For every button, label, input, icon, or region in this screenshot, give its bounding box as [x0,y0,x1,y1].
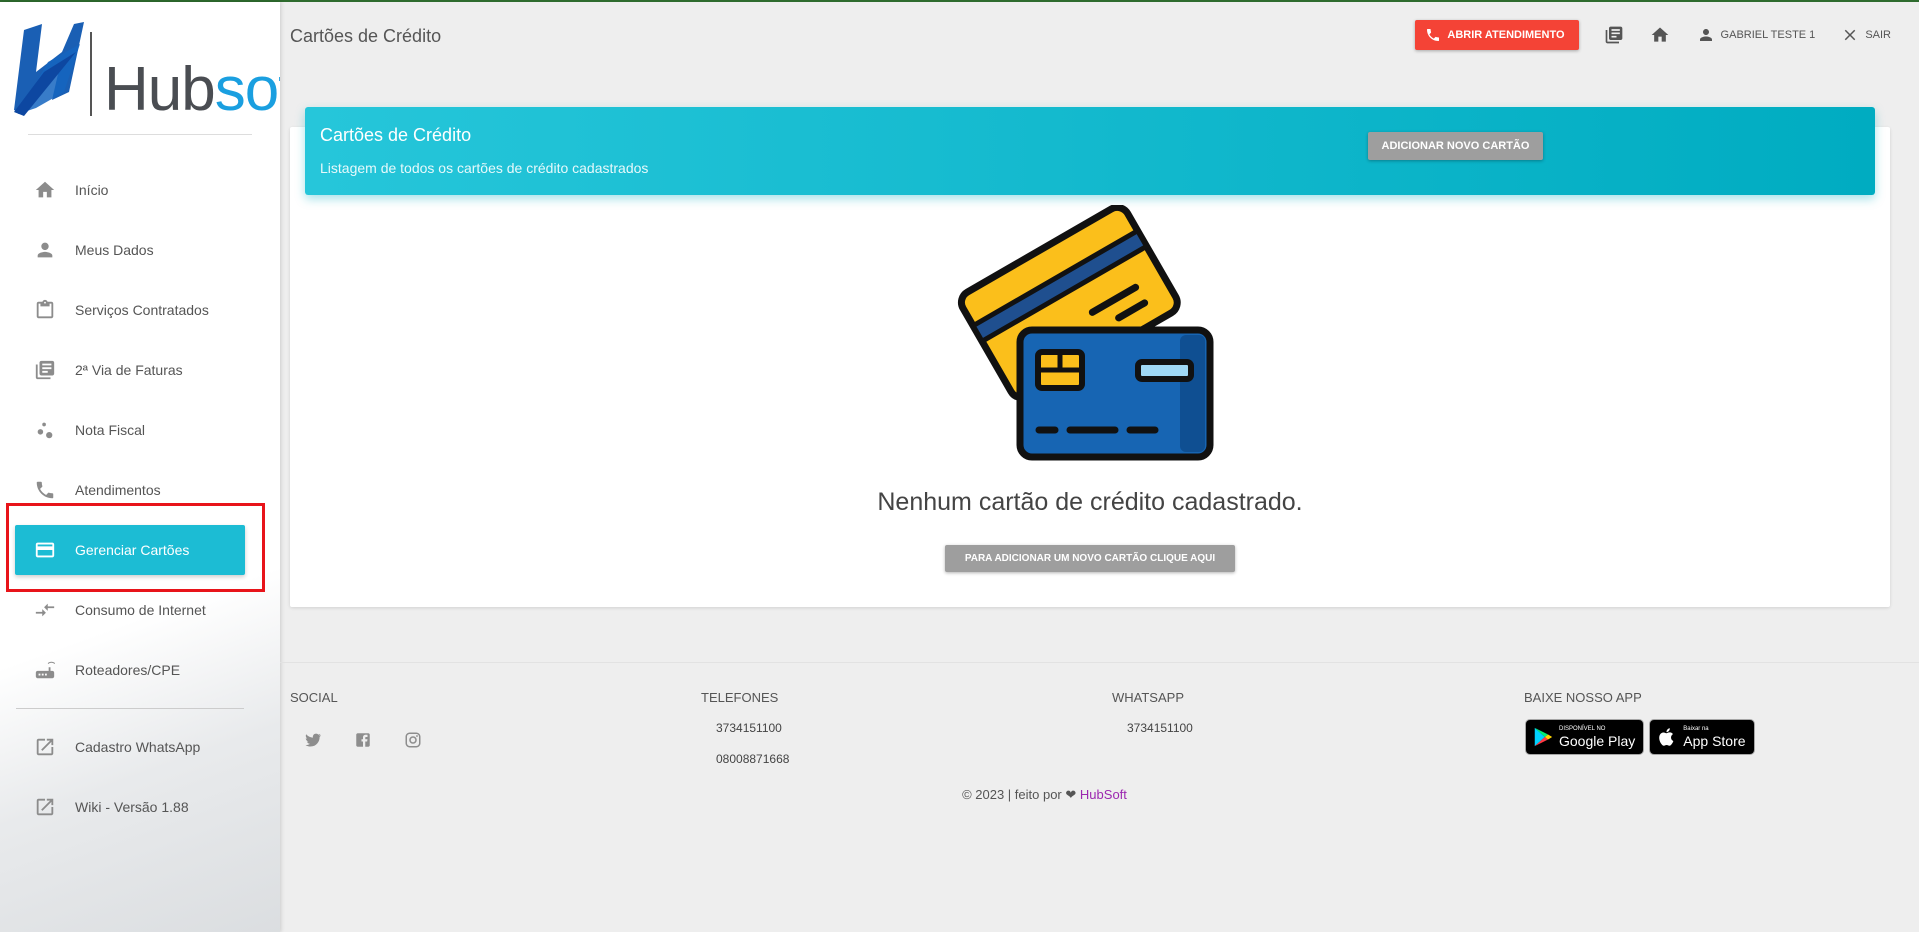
google-play-text: Google Play [1559,733,1636,749]
page-title: Cartões de Crédito [290,26,442,46]
social-links [303,730,453,750]
sidebar-item-label: Nota Fiscal [75,422,146,438]
clipboard-icon [34,299,56,321]
person-icon [1699,29,1712,41]
footer-copyright: © 2023 | feito por ❤ HubSoft [280,787,1919,803]
router-icon [34,659,56,681]
sidebar: Hubsoft Início Meus Dados Serviços Contr… [0,2,280,932]
compare-arrows-icon [34,599,56,621]
card-subtitle: Listagem de todos os cartões de crédito … [320,160,649,176]
sidebar-item-label: Gerenciar Cartões [75,542,190,558]
sidebar-item-label: Serviços Contratados [75,302,209,318]
open-in-new-icon [34,736,56,758]
footer-whatsapp-heading: WHATSAPP [1112,690,1184,705]
sidebar-item-label: Cadastro WhatsApp [75,739,201,755]
hubsoft-link[interactable]: HubSoft [1080,787,1127,802]
card-title: Cartões de Crédito [320,125,472,145]
credit-card-icon [34,539,56,561]
person-icon [34,239,56,261]
instagram-icon[interactable] [403,730,423,750]
divider [16,708,244,709]
open-support-button[interactable]: ABRIR ATENDIMENTO [1415,20,1579,50]
credit-cards-illustration [957,205,1214,461]
library-books-icon [34,359,56,381]
sidebar-item-label: Consumo de Internet [75,602,206,618]
copyright-text: © 2023 | feito por [962,787,1062,802]
user-name: GABRIEL TESTE 1 [1720,29,1816,41]
header-actions: ABRIR ATENDIMENTO GABRIEL TESTE 1 SAIR [1415,20,1891,50]
app-store-text: App Store [1683,733,1746,749]
sidebar-nav: Início Meus Dados Serviços Contratados 2… [0,160,280,837]
google-play-icon [1534,727,1553,747]
sidebar-item-label: 2ª Via de Faturas [75,362,183,378]
sidebar-item-label: Roteadores/CPE [75,662,181,678]
sidebar-item-consumo[interactable]: Consumo de Internet [0,580,280,640]
sidebar-item-wiki[interactable]: Wiki - Versão 1.88 [0,777,280,837]
sidebar-item-label: Meus Dados [75,242,154,258]
sidebar-item-cadastro-whatsapp[interactable]: Cadastro WhatsApp [0,717,280,777]
footer-phone-2: 08008871668 [716,752,790,766]
logout-button[interactable]: SAIR [1841,26,1891,44]
app-store-badge[interactable]: Baixar na App Store [1649,719,1755,755]
sidebar-item-label: Atendimentos [75,482,161,498]
app-store-small-text: Baixar na [1683,726,1709,732]
twitter-icon[interactable] [303,730,323,750]
apple-icon [1659,728,1674,746]
footer-whatsapp-number: 3734151100 [1127,721,1193,735]
add-new-card-button[interactable]: ADICIONAR NOVO CARTÃO [1368,132,1543,160]
footer-app-heading: BAIXE NOSSO APP [1524,690,1642,705]
footer-phones-heading: TELEFONES [701,690,779,705]
top-border [0,0,1919,2]
card-header: Cartões de Crédito Listagem de todos os … [305,107,1875,195]
footer-phone-1: 3734151100 [716,721,782,735]
sidebar-item-faturas[interactable]: 2ª Via de Faturas [0,340,280,400]
divider [28,134,252,135]
sidebar-item-servicos[interactable]: Serviços Contratados [0,280,280,340]
user-menu[interactable]: GABRIEL TESTE 1 [1697,26,1816,44]
logo-wordmark: Hubsoft [104,55,280,124]
app-store-badges: DISPONÍVEL NO Google Play Baixar na App St… [1525,719,1760,755]
sidebar-item-nota-fiscal[interactable]: Nota Fiscal [0,400,280,460]
facebook-icon[interactable] [353,730,373,750]
sidebar-item-label: Wiki - Versão 1.88 [75,799,189,815]
google-play-badge[interactable]: DISPONÍVEL NO Google Play [1525,719,1645,755]
library-books-icon[interactable] [1603,24,1625,46]
phone-icon [34,479,56,501]
open-in-new-icon [34,796,56,818]
sidebar-item-gerenciar-cartoes[interactable]: Gerenciar Cartões [0,520,280,580]
empty-state-message: Nenhum cartão de crédito cadastrado. [877,488,1303,516]
sidebar-item-inicio[interactable]: Início [0,160,280,220]
sidebar-item-label: Início [75,182,109,198]
add-card-empty-state-button[interactable]: PARA ADICIONAR UM NOVO CARTÃO CLIQUE AQU… [945,545,1235,572]
footer-divider [280,662,1919,663]
open-support-label: ABRIR ATENDIMENTO [1447,29,1565,41]
sidebar-item-roteadores[interactable]: Roteadores/CPE [0,640,280,700]
close-icon [1845,29,1856,41]
footer-social-heading: SOCIAL [290,690,338,705]
bubbles-icon [34,419,56,441]
home-icon[interactable] [1649,24,1671,46]
hubsoft-logo[interactable]: Hubsoft [14,22,280,124]
sidebar-item-atendimentos[interactable]: Atendimentos [0,460,280,520]
heart-icon: ❤ [1065,787,1077,802]
logo-mark-icon [14,22,92,116]
sidebar-item-meus-dados[interactable]: Meus Dados [0,220,280,280]
google-play-small-text: DISPONÍVEL NO [1559,726,1606,732]
logout-label: SAIR [1865,29,1891,41]
phone-icon [1427,29,1440,41]
home-icon [34,179,56,201]
